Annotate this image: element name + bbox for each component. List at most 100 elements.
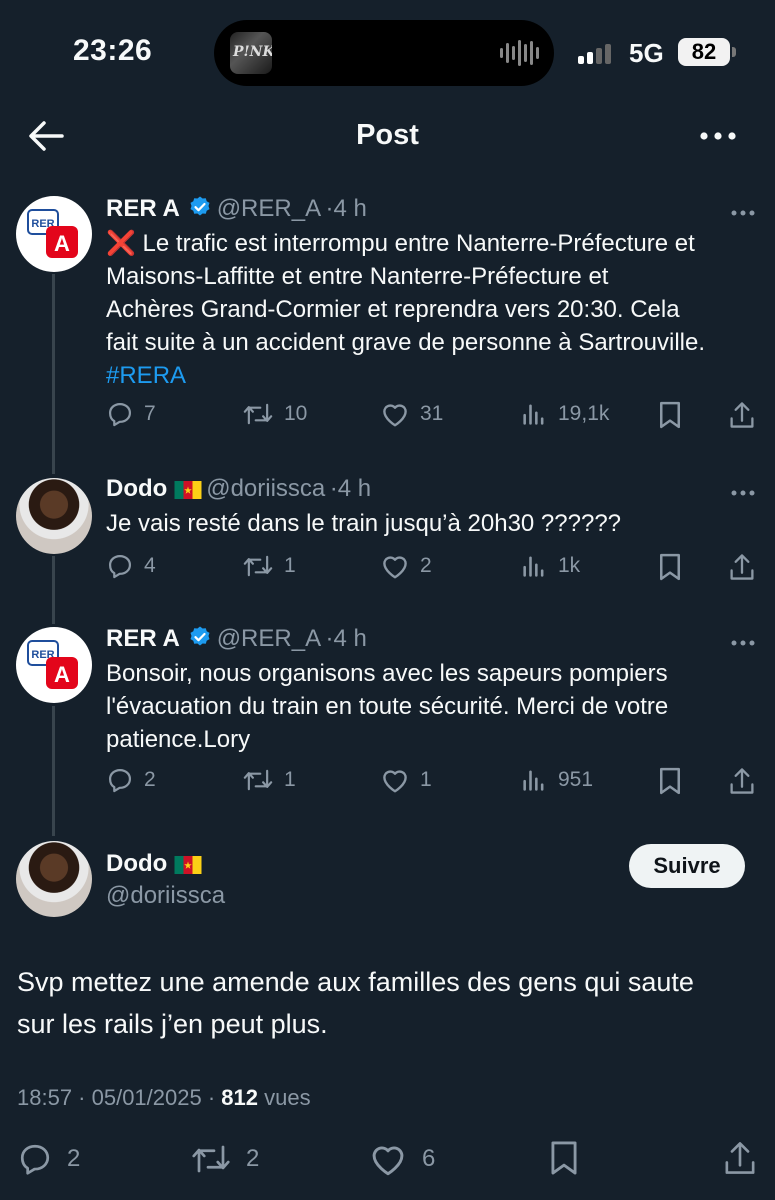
like-button[interactable]: 6	[368, 1141, 435, 1177]
bookmark-icon	[660, 401, 680, 429]
author-name[interactable]: RER A	[106, 625, 180, 652]
tweet-text-line: patience.Lory	[106, 726, 251, 753]
author-name[interactable]: Dodo	[106, 475, 167, 502]
tweet-more-icon[interactable]	[730, 635, 760, 646]
bookmark-button[interactable]	[657, 552, 683, 582]
like-button[interactable]: 1	[380, 766, 432, 794]
bookmark-button[interactable]	[657, 400, 683, 430]
tweet-more-icon[interactable]	[730, 485, 760, 496]
more-options-icon[interactable]	[698, 118, 738, 154]
like-button[interactable]: 2	[380, 552, 432, 580]
like-count: 6	[422, 1145, 436, 1172]
tweet-header: Dodo @doriissca ·4 h	[106, 475, 371, 503]
tweet-text-line: Achères Grand-Cormier et reprendra vers …	[106, 296, 680, 323]
views-button[interactable]: 19,1k	[520, 400, 609, 428]
post-meta: 18:57 · 05/01/2025 · 812 vues	[17, 1085, 311, 1111]
tweet-header: RER A @RER_A ·4 h	[106, 195, 367, 223]
repost-icon	[243, 555, 273, 577]
author-handle[interactable]: @RER_A	[217, 195, 321, 222]
reply-icon	[108, 402, 132, 427]
share-icon	[730, 402, 754, 428]
reply-count: 2	[67, 1145, 81, 1172]
thread-line	[52, 706, 55, 836]
views-icon	[523, 404, 544, 425]
views-icon	[523, 770, 544, 791]
share-button[interactable]	[728, 766, 756, 796]
avatar-rer-a[interactable]: RER A	[16, 627, 92, 703]
verified-badge-icon	[190, 196, 210, 216]
bookmark-button[interactable]	[548, 1139, 580, 1177]
hashtag-link[interactable]: #RERA	[106, 359, 771, 392]
repost-button[interactable]: 1	[242, 766, 296, 794]
status-time: 23:26	[73, 34, 153, 67]
album-art-text: P!NK	[233, 44, 272, 60]
reply-icon	[20, 1144, 50, 1175]
avatar-dodo[interactable]	[16, 478, 92, 554]
network-type: 5G	[629, 38, 664, 68]
avatar-dodo[interactable]	[16, 841, 92, 917]
author-name[interactable]: RER A	[106, 195, 180, 222]
separator: ·	[329, 475, 338, 502]
thread-line	[52, 556, 55, 624]
heart-icon	[372, 1146, 404, 1176]
audio-waveform-icon	[500, 38, 540, 68]
svg-text:A: A	[54, 231, 70, 256]
views-count: 1k	[558, 554, 581, 577]
author-name[interactable]: Dodo	[106, 850, 167, 877]
like-button[interactable]: 31	[380, 400, 443, 428]
repost-icon	[192, 1145, 230, 1173]
like-count: 1	[420, 768, 432, 791]
tweet-age[interactable]: 4 h	[338, 475, 371, 502]
tweet-text: ❌ Le trafic est interrompu entre Nanterr…	[106, 227, 771, 392]
tweet-age[interactable]: 4 h	[334, 195, 367, 222]
repost-icon	[243, 769, 273, 791]
reply-count: 2	[144, 768, 156, 791]
battery-tip	[732, 47, 736, 57]
share-button[interactable]	[728, 400, 756, 430]
page-title: Post	[356, 119, 419, 151]
battery-indicator: 82	[678, 38, 730, 66]
now-playing-album-art[interactable]: P!NK	[230, 32, 272, 74]
heart-icon	[383, 556, 407, 579]
reply-button[interactable]: 2	[106, 766, 156, 794]
main-post-text-line: Svp mettez une amende aux familles des g…	[17, 967, 694, 997]
views-button[interactable]: 951	[520, 766, 593, 794]
verified-badge-icon	[190, 626, 210, 646]
tweet-text: Bonsoir, nous organisons avec les sapeur…	[106, 657, 771, 756]
views-count: 19,1k	[558, 402, 610, 425]
share-button[interactable]	[722, 1139, 758, 1177]
reply-button[interactable]: 7	[106, 400, 156, 428]
share-button[interactable]	[728, 552, 756, 582]
repost-button[interactable]: 2	[190, 1141, 259, 1177]
reply-button[interactable]: 2	[17, 1141, 80, 1177]
svg-text:A: A	[54, 662, 70, 687]
tweet-more-icon[interactable]	[730, 205, 760, 216]
bookmark-icon	[660, 767, 680, 795]
repost-count: 2	[246, 1145, 260, 1172]
post-timestamp[interactable]: 18:57 · 05/01/2025 ·	[17, 1085, 215, 1110]
tweet-age[interactable]: 4 h	[334, 625, 367, 652]
reply-button[interactable]: 4	[106, 552, 156, 580]
repost-icon	[243, 403, 273, 425]
views-label: vues	[264, 1085, 311, 1110]
repost-count: 1	[284, 768, 296, 791]
author-handle[interactable]: @RER_A	[217, 625, 321, 652]
separator: ·	[325, 195, 334, 222]
share-icon	[730, 768, 754, 794]
tweet-text-line: Maisons-Laffitte et entre Nanterre-Préfe…	[106, 263, 609, 290]
repost-button[interactable]: 10	[242, 400, 307, 428]
views-button[interactable]: 1k	[520, 552, 580, 580]
repost-button[interactable]: 1	[242, 552, 296, 580]
avatar-rer-a[interactable]: RER A	[16, 196, 92, 272]
cellular-signal-icon	[578, 42, 611, 64]
bookmark-button[interactable]	[657, 766, 683, 796]
follow-button[interactable]: Suivre	[629, 844, 745, 888]
share-icon	[730, 554, 754, 580]
reply-count: 4	[144, 554, 156, 577]
repost-count: 10	[284, 402, 308, 425]
views-total: 812	[221, 1085, 258, 1110]
tweet-text-line: ❌ Le trafic est interrompu entre Nanterr…	[106, 230, 695, 257]
author-handle[interactable]: @doriissca	[206, 475, 325, 502]
tweet-header: RER A @RER_A ·4 h	[106, 625, 367, 653]
author-handle[interactable]: @doriissca	[106, 882, 225, 910]
